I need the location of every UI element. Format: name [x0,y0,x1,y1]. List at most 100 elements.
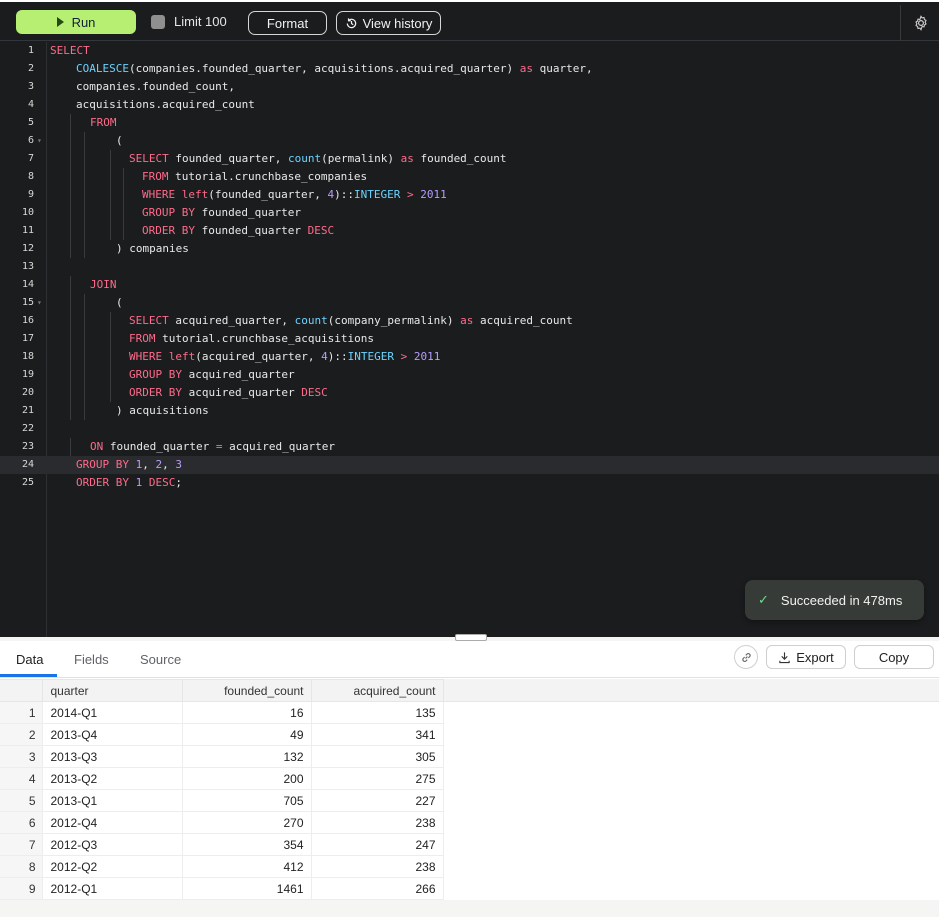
cell-quarter[interactable]: 2014-Q1 [41,701,183,724]
code-line[interactable]: 22 [0,420,939,438]
export-label: Export [796,649,834,665]
code-line[interactable]: 7 SELECT founded_quarter, count(permalink… [0,150,939,168]
table-row[interactable]: 2 2013-Q4 49 341 [0,723,444,746]
cell-founded-count[interactable]: 705 [181,789,312,812]
cell-quarter[interactable]: 2013-Q4 [41,723,183,746]
cell-quarter[interactable]: 2013-Q1 [41,789,183,812]
code-token: SELECT [50,44,90,57]
code-token: acquired_quarter [222,440,336,453]
cell-quarter[interactable]: 2012-Q4 [41,811,183,834]
code-area[interactable]: 1 SELECT 2 COALESCE(companies.founded_quart… [0,42,939,637]
cell-founded-count[interactable]: 49 [181,723,312,746]
table-row[interactable]: 8 2012-Q2 412 238 [0,855,444,878]
code-token: 2011 [420,188,447,201]
indent-guide [70,402,71,420]
code-line[interactable]: 2 COALESCE(companies.founded_quarter, acq… [0,60,939,78]
table-row[interactable]: 5 2013-Q1 705 227 [0,789,444,812]
cell-acquired-count[interactable]: 238 [310,855,444,878]
row-index: 6 [0,811,43,834]
code-text: JOIN [90,276,117,294]
cell-acquired-count[interactable]: 275 [310,767,444,790]
code-line[interactable]: 23 ON founded_quarter = acquired_quarter [0,438,939,456]
code-line[interactable]: 20 ORDER BY acquired_quarter DESC [0,384,939,402]
code-line[interactable]: 11 ORDER BY founded_quarter DESC [0,222,939,240]
code-line[interactable]: 15 ▾ ( [0,294,939,312]
code-line[interactable]: 8 FROM tutorial.crunchbase_companies [0,168,939,186]
table-row[interactable]: 6 2012-Q4 270 238 [0,811,444,834]
cell-quarter[interactable]: 2012-Q3 [41,833,183,856]
code-line[interactable]: 9 WHERE left(founded_quarter, 4)::INTEGER… [0,186,939,204]
checkbox-box[interactable] [151,14,165,29]
code-line[interactable]: 24 GROUP BY 1, 2, 3 [0,456,939,474]
cell-acquired-count[interactable]: 238 [310,811,444,834]
cell-founded-count[interactable]: 132 [181,745,312,768]
code-line[interactable]: 25 ORDER BY 1 DESC; [0,474,939,492]
code-token: GROUP BY [129,368,182,381]
column-header-acquired-count[interactable]: acquired_count [310,679,444,702]
code-text: ORDER BY 1 DESC; [76,474,182,492]
cell-founded-count[interactable]: 1461 [181,877,312,900]
cell-acquired-count[interactable]: 341 [310,723,444,746]
cell-acquired-count[interactable]: 266 [310,877,444,900]
indent-guide [123,222,124,240]
cell-quarter[interactable]: 2013-Q3 [41,745,183,768]
table-row[interactable]: 4 2013-Q2 200 275 [0,767,444,790]
column-header-founded-count[interactable]: founded_count [181,679,312,702]
code-line[interactable]: 18 WHERE left(acquired_quarter, 4)::INTEG… [0,348,939,366]
indent-guide [84,312,85,330]
limit-label: Limit 100 [174,14,227,29]
tab-fields[interactable]: Fields [74,652,109,667]
code-line[interactable]: 16 SELECT acquired_quarter, count(company… [0,312,939,330]
column-header-quarter[interactable]: quarter [41,679,183,702]
view-history-button[interactable]: View history [336,11,441,35]
limit-checkbox[interactable]: Limit 100 [151,14,227,29]
table-row[interactable]: 9 2012-Q1 1461 266 [0,877,444,900]
line-number: 23 [21,441,34,452]
run-button[interactable]: Run [16,10,136,34]
format-button[interactable]: Format [248,11,327,35]
code-line[interactable]: 12) companies [0,240,939,258]
cell-founded-count[interactable]: 200 [181,767,312,790]
fold-chevron-icon[interactable]: ▾ [37,294,42,312]
fold-chevron-icon[interactable]: ▾ [37,132,42,150]
code-line[interactable]: 14 JOIN [0,276,939,294]
code-line[interactable]: 1 SELECT [0,42,939,60]
code-line[interactable]: 21) acquisitions [0,402,939,420]
code-line[interactable]: 17 FROM tutorial.crunchbase_acquisitions [0,330,939,348]
copy-link-button[interactable] [734,645,758,669]
cell-founded-count[interactable]: 16 [181,701,312,724]
code-token: WHERE [142,188,176,201]
code-line[interactable]: 6 ▾ ( [0,132,939,150]
tab-data[interactable]: Data [16,652,43,667]
code-token: founded_quarter [103,440,216,453]
cell-founded-count[interactable]: 270 [181,811,312,834]
code-token: ) acquisitions [116,404,209,417]
cell-quarter[interactable]: 2013-Q2 [41,767,183,790]
gear-icon[interactable] [913,15,929,31]
cell-founded-count[interactable]: 412 [181,855,312,878]
cell-quarter[interactable]: 2012-Q1 [41,877,183,900]
tab-source[interactable]: Source [140,652,181,667]
table-row[interactable]: 1 2014-Q1 16 135 [0,701,444,724]
code-line[interactable]: 3 companies.founded_count, [0,78,939,96]
cell-quarter[interactable]: 2012-Q2 [41,855,183,878]
code-line[interactable]: 5 FROM [0,114,939,132]
cell-acquired-count[interactable]: 135 [310,701,444,724]
export-button[interactable]: Export [766,645,846,669]
code-token: SELECT [129,314,169,327]
code-token: ; [175,476,182,489]
code-line[interactable]: 10 GROUP BY founded_quarter [0,204,939,222]
code-line[interactable]: 13 [0,258,939,276]
code-line[interactable]: 19 GROUP BY acquired_quarter [0,366,939,384]
table-row[interactable]: 7 2012-Q3 354 247 [0,833,444,856]
cell-founded-count[interactable]: 354 [181,833,312,856]
cell-acquired-count[interactable]: 247 [310,833,444,856]
resize-handle[interactable] [455,634,487,641]
code-token: acquisitions.acquired_count [76,98,255,111]
cell-acquired-count[interactable]: 227 [310,789,444,812]
copy-button[interactable]: Copy [854,645,934,669]
table-row[interactable]: 3 2013-Q3 132 305 [0,745,444,768]
code-line[interactable]: 4 acquisitions.acquired_count [0,96,939,114]
cell-acquired-count[interactable]: 305 [310,745,444,768]
